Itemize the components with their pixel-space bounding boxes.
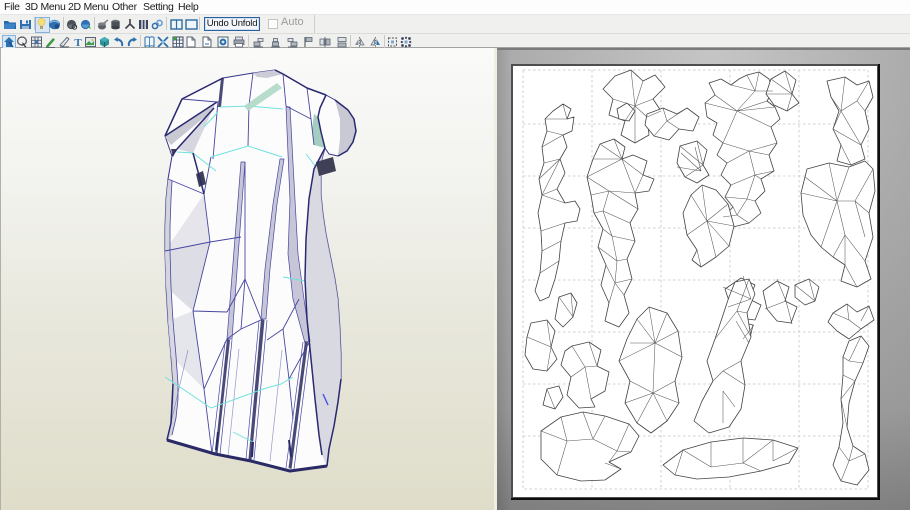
svg-text:T: T [74, 37, 82, 48]
